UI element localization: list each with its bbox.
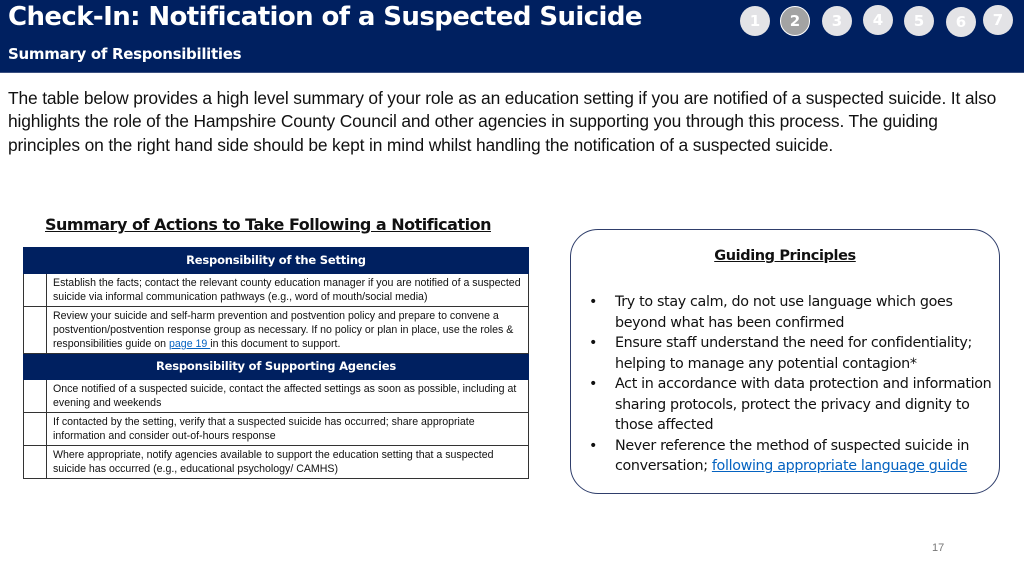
step-7-button[interactable]: 7 [983,5,1013,35]
page-number: 17 [932,542,945,554]
guiding-principles-box: Guiding Principles • Try to stay calm, do… [570,229,1000,494]
step-2-button[interactable]: 2 [780,6,810,36]
checkbox-cell[interactable] [23,306,47,354]
page-subtitle: Summary of Responsibilities [8,45,242,63]
row-text: If contacted by the setting, verify that… [46,412,529,446]
row-text: Review your suicide and self-harm preven… [46,306,529,354]
checkbox-cell[interactable] [23,273,47,307]
table-row: Review your suicide and self-harm preven… [23,306,529,354]
table-row: Once notified of a suspected suicide, co… [23,379,529,413]
list-item: • Act in accordance with data protection … [589,374,999,436]
list-item: • Never reference the method of suspected… [589,436,999,477]
table-row: If contacted by the setting, verify that… [23,412,529,446]
list-item: • Ensure staff understand the need for co… [589,333,999,374]
principles-list: • Try to stay calm, do not use language w… [589,292,999,477]
bullet-icon: • [589,437,598,454]
intro-paragraph: The table below provides a high level su… [8,88,997,155]
list-item-text: Try to stay calm, do not use language wh… [615,294,953,331]
step-4-button[interactable]: 4 [863,5,893,35]
step-6-button[interactable]: 6 [946,7,976,37]
step-1-button[interactable]: 1 [740,6,770,36]
responsibilities-table: Responsibility of the Setting Establish … [23,247,529,479]
row-text: Establish the facts; contact the relevan… [46,273,529,307]
row-text: Once notified of a suspected suicide, co… [46,379,529,413]
table-row: Where appropriate, notify agencies avail… [23,445,529,479]
list-item-text: Ensure staff understand the need for con… [615,335,973,372]
row-text-after: in this document to support. [210,338,341,350]
list-item: • Try to stay calm, do not use language w… [589,292,999,333]
agencies-heading: Responsibility of Supporting Agencies [23,353,529,380]
bullet-icon: • [589,335,598,351]
agencies-header-row: Responsibility of Supporting Agencies [23,353,529,380]
checkbox-cell[interactable] [23,379,47,413]
table-row: Establish the facts; contact the relevan… [23,273,529,307]
checkbox-cell[interactable] [23,412,47,446]
row-text: Where appropriate, notify agencies avail… [46,445,529,479]
summary-title: Summary of Actions to Take Following a N… [45,215,491,234]
setting-header-row: Responsibility of the Setting [23,247,529,274]
language-guide-link[interactable]: following appropriate language guide [712,458,968,474]
guiding-principles-title: Guiding Principles [714,248,856,264]
page-19-link[interactable]: page 19 [169,338,210,350]
list-item-text: Act in accordance with data protection a… [615,376,992,433]
checkbox-cell[interactable] [23,445,47,479]
step-3-button[interactable]: 3 [822,6,852,36]
bullet-icon: • [589,376,598,392]
setting-heading: Responsibility of the Setting [23,247,529,274]
step-navigation: 1 2 3 4 5 6 7 [0,0,1024,40]
bullet-icon: • [589,294,598,310]
step-5-button[interactable]: 5 [904,6,934,36]
